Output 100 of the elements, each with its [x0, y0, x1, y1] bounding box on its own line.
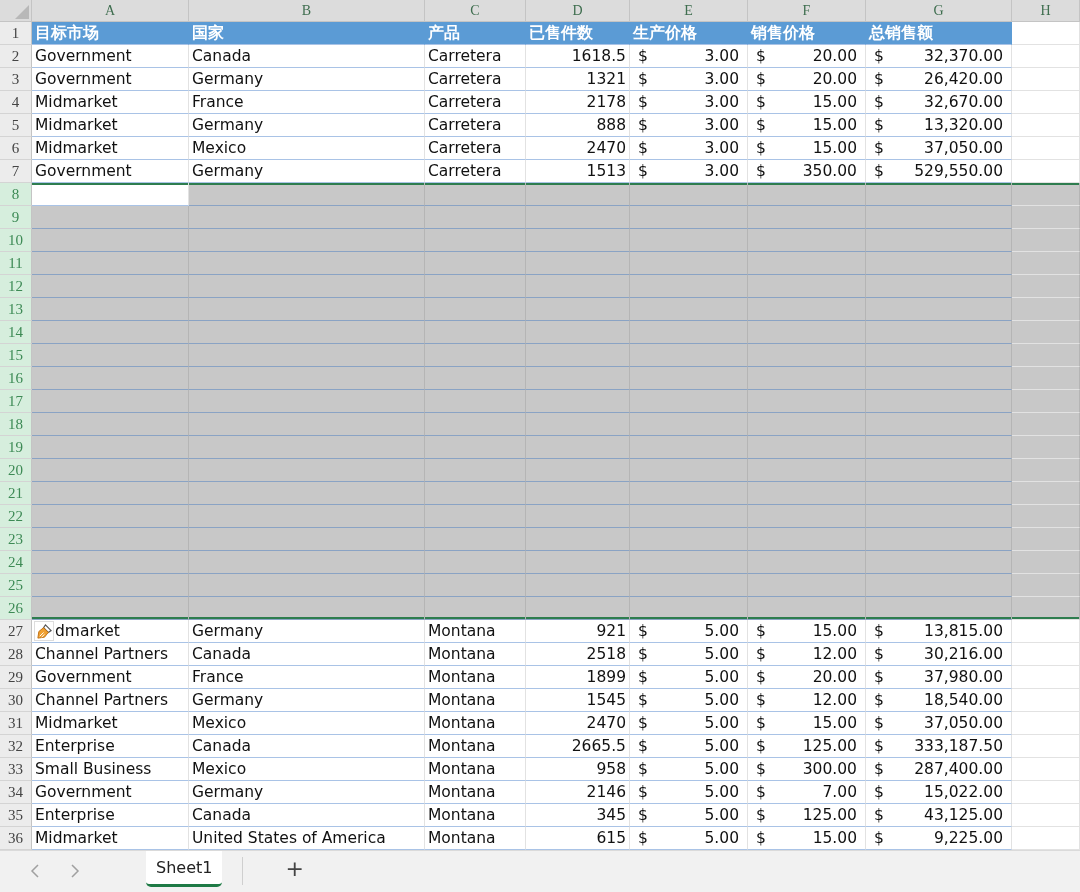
table-cell: 1899 — [526, 666, 630, 689]
currency-symbol: $ — [638, 138, 648, 159]
paint-brush-icon[interactable] — [34, 621, 54, 641]
row-header[interactable]: 15 — [0, 344, 32, 367]
table-cell-text: 18,540.00 — [924, 690, 1003, 711]
row-header[interactable]: 11 — [0, 252, 32, 275]
row-header[interactable]: 13 — [0, 298, 32, 321]
row-header[interactable]: 26 — [0, 597, 32, 620]
table-cell: Government — [32, 666, 189, 689]
table-cell: Canada — [189, 735, 425, 758]
currency-symbol: $ — [874, 713, 884, 734]
table-cell-text: 15.00 — [812, 138, 857, 159]
row-header[interactable]: 27 — [0, 620, 32, 643]
row-header[interactable]: 18 — [0, 413, 32, 436]
row-header[interactable]: 35 — [0, 804, 32, 827]
table-cell-text: 3.00 — [704, 138, 739, 159]
table-cell-text: 5.00 — [704, 782, 739, 803]
table-cell-text: 43,125.00 — [924, 805, 1003, 826]
table-cell: Mexico — [189, 712, 425, 735]
row-header[interactable]: 22 — [0, 505, 32, 528]
column-header[interactable]: D — [526, 0, 630, 22]
table-cell: Mexico — [189, 137, 425, 160]
row-header[interactable]: 19 — [0, 436, 32, 459]
table-cell-text: 3.00 — [704, 69, 739, 90]
row-header[interactable]: 17 — [0, 390, 32, 413]
row-header[interactable]: 30 — [0, 689, 32, 712]
currency-symbol: $ — [874, 805, 884, 826]
table-cell-text: 26,420.00 — [924, 69, 1003, 90]
table-cell: Channel Partners — [32, 689, 189, 712]
table-cell: 958 — [526, 758, 630, 781]
column-title: 目标市场 — [32, 22, 189, 45]
row-header[interactable]: 29 — [0, 666, 32, 689]
row-header[interactable]: 9 — [0, 206, 32, 229]
table-cell: Germany — [189, 114, 425, 137]
table-cell-text: 350.00 — [802, 161, 857, 182]
table-cell: Enterprise — [32, 735, 189, 758]
row-header[interactable]: 7 — [0, 160, 32, 183]
table-cell: 2178 — [526, 91, 630, 114]
table-cell: dmarket — [32, 620, 189, 643]
table-cell: Midmarket — [32, 712, 189, 735]
currency-symbol: $ — [874, 690, 884, 711]
select-all-button[interactable] — [0, 0, 32, 22]
table-cell-text: 3.00 — [704, 46, 739, 67]
table-cell: Germany — [189, 781, 425, 804]
row-header[interactable]: 2 — [0, 45, 32, 68]
row-header[interactable]: 34 — [0, 781, 32, 804]
table-cell: Midmarket — [32, 91, 189, 114]
row-header[interactable]: 5 — [0, 114, 32, 137]
row-header[interactable]: 36 — [0, 827, 32, 850]
row-header[interactable]: 23 — [0, 528, 32, 551]
table-cell: Government — [32, 68, 189, 91]
table-cell: 2470 — [526, 712, 630, 735]
table-cell: Government — [32, 781, 189, 804]
row-header[interactable]: 4 — [0, 91, 32, 114]
row-header[interactable]: 10 — [0, 229, 32, 252]
row-header[interactable]: 31 — [0, 712, 32, 735]
currency-symbol: $ — [638, 92, 648, 113]
column-header[interactable]: B — [189, 0, 425, 22]
row-header[interactable]: 16 — [0, 367, 32, 390]
column-header[interactable]: F — [748, 0, 866, 22]
add-sheet-button[interactable]: + — [285, 855, 304, 883]
currency-symbol: $ — [638, 690, 648, 711]
column-header[interactable]: E — [630, 0, 748, 22]
currency-symbol: $ — [638, 621, 648, 642]
row-header[interactable]: 12 — [0, 275, 32, 298]
table-cell: Government — [32, 45, 189, 68]
active-cell[interactable] — [32, 183, 189, 206]
currency-symbol: $ — [756, 69, 766, 90]
row-header[interactable]: 3 — [0, 68, 32, 91]
currency-symbol: $ — [756, 621, 766, 642]
column-header[interactable]: H — [1012, 0, 1080, 22]
sheet-tab[interactable]: Sheet1 — [146, 851, 223, 887]
table-cell-text: 32,370.00 — [924, 46, 1003, 67]
currency-symbol: $ — [874, 161, 884, 182]
table-cell: 345 — [526, 804, 630, 827]
row-header[interactable]: 1 — [0, 22, 32, 45]
row-header[interactable]: 8 — [0, 183, 32, 206]
column-header[interactable]: C — [425, 0, 526, 22]
currency-symbol: $ — [756, 759, 766, 780]
table-cell-text: 5.00 — [704, 690, 739, 711]
chevron-right-icon[interactable] — [70, 863, 80, 879]
currency-symbol: $ — [638, 713, 648, 734]
table-cell: Carretera — [425, 91, 526, 114]
table-cell-text: 3.00 — [704, 92, 739, 113]
row-header[interactable]: 32 — [0, 735, 32, 758]
chevron-left-icon[interactable] — [30, 863, 40, 879]
table-cell: Montana — [425, 804, 526, 827]
row-header[interactable]: 14 — [0, 321, 32, 344]
column-header[interactable]: G — [866, 0, 1012, 22]
row-header[interactable]: 24 — [0, 551, 32, 574]
row-header[interactable]: 20 — [0, 459, 32, 482]
table-cell-text: 300.00 — [802, 759, 857, 780]
row-header[interactable]: 21 — [0, 482, 32, 505]
table-cell: France — [189, 91, 425, 114]
column-header[interactable]: A — [32, 0, 189, 22]
row-header[interactable]: 6 — [0, 137, 32, 160]
row-header[interactable]: 33 — [0, 758, 32, 781]
row-header[interactable]: 28 — [0, 643, 32, 666]
row-header[interactable]: 25 — [0, 574, 32, 597]
currency-symbol: $ — [874, 667, 884, 688]
